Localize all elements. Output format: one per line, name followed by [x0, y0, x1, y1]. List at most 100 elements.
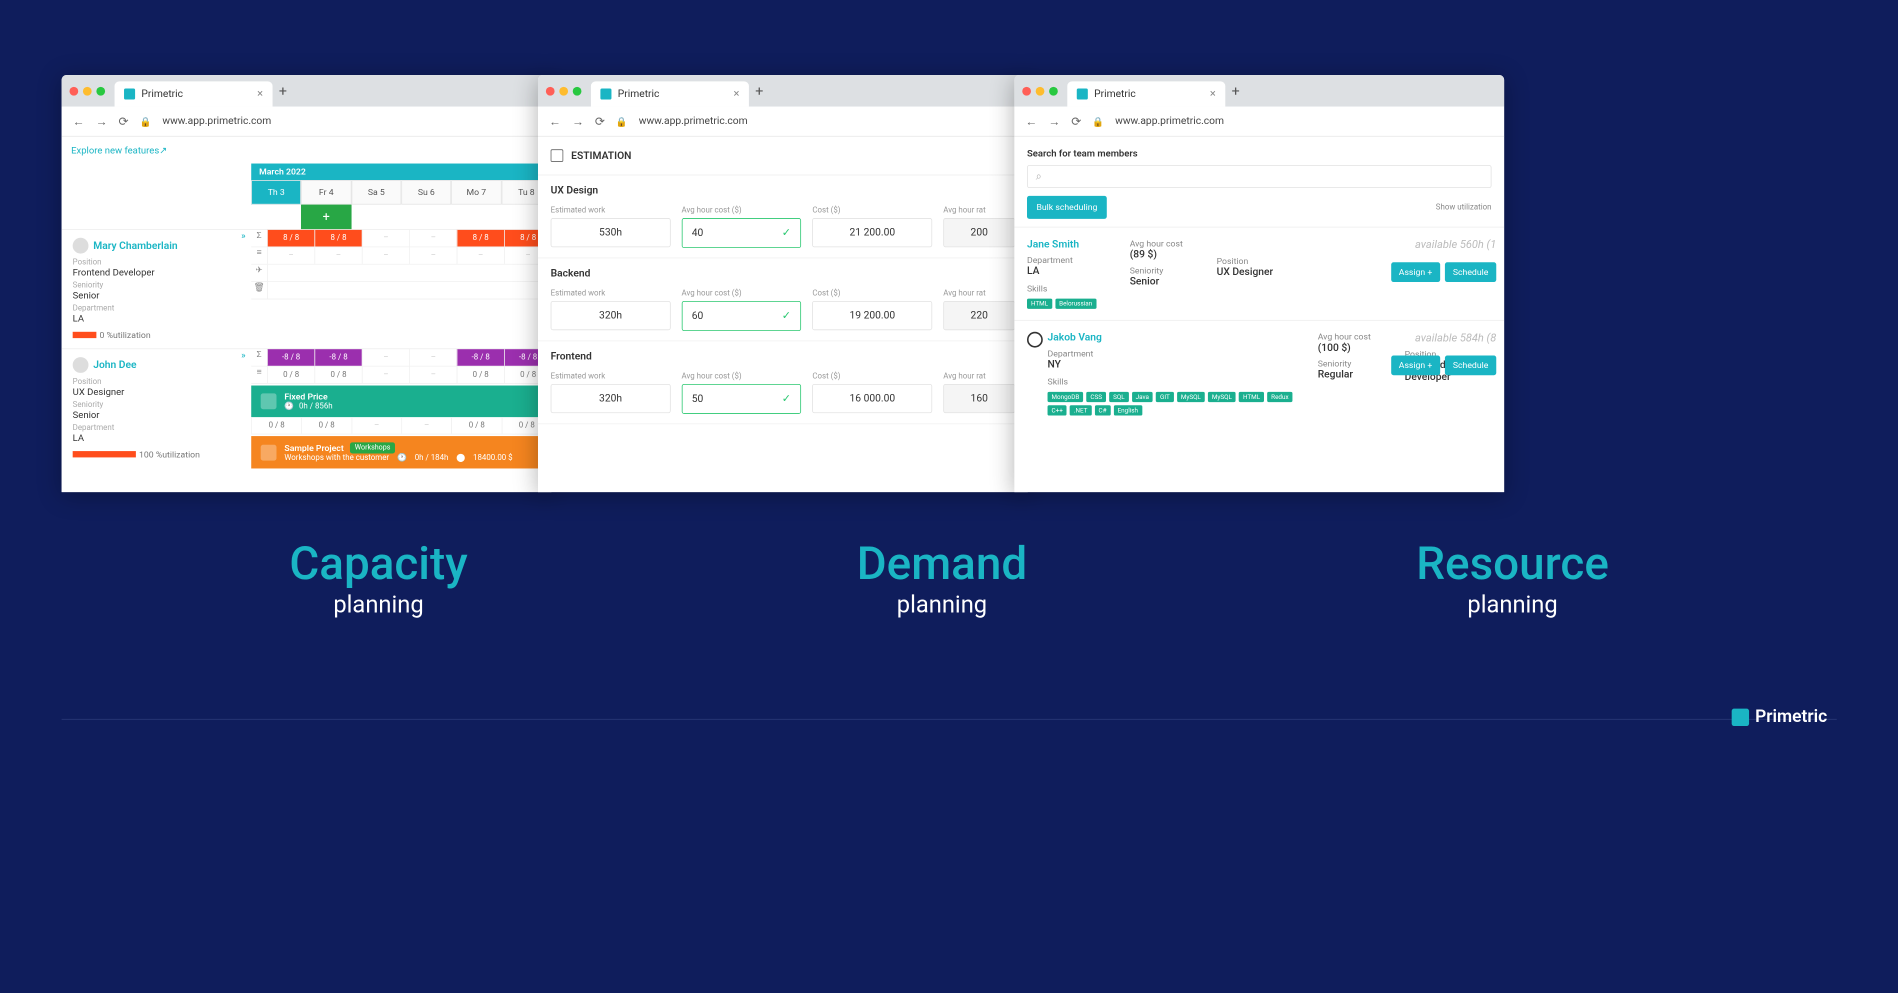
schedule-cell[interactable]: – [409, 367, 456, 384]
schedule-button[interactable]: Schedule [1445, 356, 1496, 376]
new-tab-button[interactable]: + [755, 83, 763, 100]
clock-icon: 🕐 [397, 453, 407, 462]
cost-input[interactable]: 21 200.00 [812, 218, 932, 247]
day-cell[interactable]: Sa 5 [351, 180, 401, 204]
close-tab-icon[interactable]: × [734, 88, 740, 101]
minimize-window-icon[interactable] [83, 87, 92, 96]
browser-tab[interactable]: Primetric× [1067, 81, 1225, 106]
close-window-icon[interactable] [546, 87, 555, 96]
label: Seniority [1130, 265, 1201, 275]
browser-tab[interactable]: Primetric× [115, 81, 273, 106]
add-button[interactable]: + [301, 205, 351, 229]
maximize-window-icon[interactable] [573, 87, 582, 96]
filter-icon[interactable]: ≡ [251, 247, 267, 264]
schedule-cell[interactable]: 8 / 8 [457, 230, 504, 247]
schedule-cell[interactable]: 0 / 8 [457, 367, 504, 384]
schedule-cell[interactable]: -8 / 8 [267, 349, 314, 366]
back-icon[interactable]: ← [1025, 114, 1037, 128]
schedule-cell[interactable]: – [409, 230, 456, 247]
close-tab-icon[interactable]: × [257, 88, 263, 101]
rate-input[interactable]: 160 [943, 384, 1015, 413]
estimated-work-input[interactable]: 530h [551, 218, 671, 247]
schedule-cell[interactable]: – [457, 247, 504, 264]
schedule-cell[interactable]: – [409, 247, 456, 264]
rate-input[interactable]: 220 [943, 301, 1015, 330]
day-cell[interactable]: Mo 7 [451, 180, 501, 204]
value: NY [1048, 359, 1302, 371]
person-name[interactable]: John Dee [73, 357, 225, 373]
avg-cost-input[interactable]: 50✓ [682, 384, 802, 414]
forward-icon[interactable]: → [572, 114, 584, 128]
url-text[interactable]: www.app.primetric.com [1115, 115, 1224, 127]
back-icon[interactable]: ← [549, 114, 561, 128]
schedule-cell[interactable]: – [362, 349, 409, 366]
day-cell[interactable]: Fr 4 [301, 180, 351, 204]
schedule-cell[interactable] [267, 282, 551, 299]
reload-icon[interactable]: ⟳ [1071, 114, 1081, 128]
day-cell[interactable]: Th 3 [251, 180, 301, 204]
schedule-cell[interactable]: -8 / 8 [457, 349, 504, 366]
minimize-window-icon[interactable] [1036, 87, 1045, 96]
schedule-cell[interactable]: 0 / 8 [314, 367, 361, 384]
schedule-cell[interactable]: – [362, 367, 409, 384]
url-text[interactable]: www.app.primetric.com [639, 115, 748, 127]
close-window-icon[interactable] [70, 87, 79, 96]
external-link-icon[interactable]: ↗ [159, 145, 167, 156]
schedule-cell[interactable]: – [362, 247, 409, 264]
trash-icon[interactable]: 🗑 [251, 282, 267, 299]
filter-icon[interactable]: ≡ [251, 367, 267, 384]
schedule-cell[interactable]: – [267, 247, 314, 264]
avg-cost-input[interactable]: 60✓ [682, 301, 802, 331]
assign-button[interactable]: Assign + [1391, 262, 1440, 282]
field-label: Avg hour rat [943, 372, 1015, 381]
assign-button[interactable]: Assign + [1391, 356, 1440, 376]
schedule-cell[interactable]: – [362, 230, 409, 247]
person-row: John Dee Position UX Designer Seniority … [62, 348, 552, 468]
reload-icon[interactable]: ⟳ [595, 114, 605, 128]
show-utilization-link[interactable]: Show utilization [1436, 203, 1492, 212]
close-window-icon[interactable] [1022, 87, 1031, 96]
bulk-scheduling-button[interactable]: Bulk scheduling [1027, 196, 1107, 219]
day-cell[interactable]: Su 6 [401, 180, 451, 204]
rate-input[interactable]: 200 [943, 218, 1015, 247]
estimated-work-input[interactable]: 320h [551, 301, 671, 330]
primetric-logo-icon [1077, 88, 1088, 99]
project-bar[interactable]: Fixed Price 🕐0h / 856h [251, 386, 551, 418]
forward-icon[interactable]: → [96, 114, 108, 128]
forward-icon[interactable]: → [1048, 114, 1060, 128]
browser-tab[interactable]: Primetric× [591, 81, 749, 106]
schedule-cell[interactable]: – [409, 349, 456, 366]
schedule-button[interactable]: Schedule [1445, 262, 1496, 282]
schedule-cell[interactable]: 8 / 8 [267, 230, 314, 247]
schedule-cell[interactable]: 8 / 8 [314, 230, 361, 247]
plane-icon[interactable]: ✈ [251, 265, 267, 282]
person-name[interactable]: Mary Chamberlain [73, 238, 225, 254]
explore-link[interactable]: Explore new features [71, 145, 159, 156]
new-tab-button[interactable]: + [279, 83, 287, 100]
collapse-icon[interactable]: » [235, 349, 251, 468]
value: Senior [73, 409, 225, 420]
schedule-cell[interactable] [267, 265, 551, 282]
minimize-window-icon[interactable] [559, 87, 568, 96]
maximize-window-icon[interactable] [1049, 87, 1058, 96]
back-icon[interactable]: ← [73, 114, 85, 128]
avg-cost-input[interactable]: 40✓ [682, 218, 802, 248]
url-text[interactable]: www.app.primetric.com [162, 115, 271, 127]
check-icon: ✓ [782, 393, 791, 406]
label: Position [1217, 256, 1304, 266]
schedule-cell[interactable]: – [314, 247, 361, 264]
schedule-cell[interactable]: -8 / 8 [314, 349, 361, 366]
project-bar[interactable]: Sample ProjectWorkshops Workshops with t… [251, 436, 551, 468]
estimated-work-input[interactable]: 320h [551, 384, 671, 413]
schedule-cell[interactable]: 0 / 8 [267, 367, 314, 384]
reload-icon[interactable]: ⟳ [119, 114, 129, 128]
cost-input[interactable]: 16 000.00 [812, 384, 932, 413]
member-name[interactable]: Jakob Vang [1048, 332, 1302, 344]
search-input[interactable]: ⌕ [1027, 165, 1492, 188]
cost-input[interactable]: 19 200.00 [812, 301, 932, 330]
new-tab-button[interactable]: + [1232, 83, 1240, 100]
collapse-icon[interactable]: » [235, 230, 251, 349]
member-name[interactable]: Jane Smith [1027, 239, 1114, 251]
close-tab-icon[interactable]: × [1210, 88, 1216, 101]
maximize-window-icon[interactable] [96, 87, 105, 96]
